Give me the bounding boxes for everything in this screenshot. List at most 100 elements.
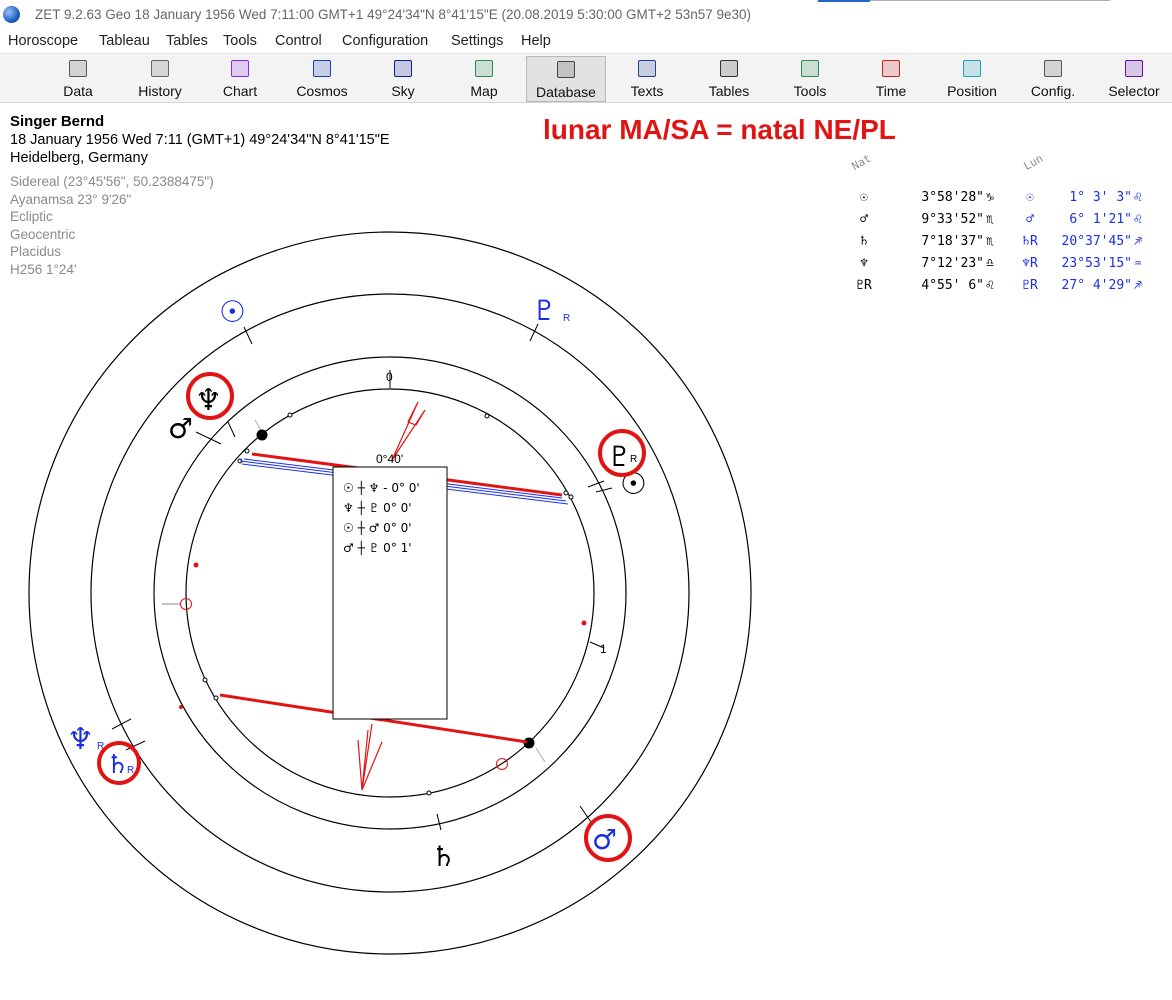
natal-position: 9°33'52" bbox=[921, 212, 984, 227]
toolbar-data-button[interactable]: Data bbox=[38, 56, 118, 102]
table-icon bbox=[720, 60, 738, 77]
toolbar-selector-button[interactable]: Selector bbox=[1094, 56, 1172, 102]
database-icon bbox=[557, 61, 575, 78]
title-divider bbox=[870, 0, 1110, 1]
toolbar-time-button[interactable]: Time bbox=[851, 56, 931, 102]
ic-arrow bbox=[357, 723, 383, 791]
ring-dot bbox=[213, 695, 219, 701]
menu-tables[interactable]: Tables bbox=[166, 33, 208, 49]
lunar-sign-glyph: ♐ bbox=[1134, 234, 1142, 249]
ring-dot bbox=[484, 413, 490, 419]
toolbar-map-button[interactable]: Map bbox=[444, 56, 524, 102]
toolbar-config-button[interactable]: Config. bbox=[1013, 56, 1093, 102]
natal-sign-glyph: ♏ bbox=[986, 234, 994, 249]
chart-wheel[interactable]: 0 1 0°40' ☉ ┼ ♆ - 0° 0' ♆ ┼ ♇ 0° 0' ☉ ┼ … bbox=[0, 200, 800, 1000]
person-name: Singer Bernd bbox=[10, 113, 105, 130]
lunar-position: 23°53'15" bbox=[1061, 256, 1132, 271]
ring-dot bbox=[426, 790, 432, 796]
lunar-planet-glyph: ♄R bbox=[1022, 234, 1038, 249]
lunar-position: 1° 3' 3" bbox=[1069, 190, 1132, 205]
menu-settings[interactable]: Settings bbox=[451, 33, 503, 49]
stars-icon bbox=[394, 60, 412, 77]
natal-saturn-glyph[interactable]: ♄ bbox=[431, 840, 456, 873]
toolbar-texts-button[interactable]: Texts bbox=[607, 56, 687, 102]
lunar-sun-glyph[interactable]: ☉ bbox=[219, 295, 246, 330]
ring-dot bbox=[287, 412, 293, 418]
title-accent-bar bbox=[818, 0, 870, 2]
menu-tools[interactable]: Tools bbox=[223, 33, 257, 49]
wheel-icon bbox=[231, 60, 249, 77]
galaxy-icon bbox=[313, 60, 331, 77]
midpoint-line: ☉ ┼ ♂ 0° 0' bbox=[343, 520, 412, 535]
birth-date-line: 18 January 1956 Wed 7:11 (GMT+1) 49°24'3… bbox=[10, 132, 390, 148]
menu-bar: Horoscope Tableau Tables Tools Control C… bbox=[0, 30, 1172, 52]
lunar-pluto-glyph[interactable]: ♇ bbox=[532, 294, 557, 327]
lunar-sign-glyph: ♐ bbox=[1134, 278, 1142, 293]
natal-position: 7°18'37" bbox=[921, 234, 984, 249]
red-dot bbox=[193, 562, 199, 568]
cusp-label-1: 1 bbox=[600, 642, 607, 656]
selector-icon bbox=[1125, 60, 1143, 77]
menu-horoscope[interactable]: Horoscope bbox=[8, 33, 78, 49]
natal-mars-glyph[interactable]: ♂ bbox=[168, 412, 193, 445]
chart-annotation-headline: lunar MA/SA = natal NE/PL bbox=[543, 114, 896, 145]
natal-sign-glyph: ♏ bbox=[986, 212, 994, 227]
lunar-planet-glyph: ♂ bbox=[1026, 212, 1034, 227]
texts-icon bbox=[638, 60, 656, 77]
app-globe-icon[interactable] bbox=[3, 6, 20, 23]
retrograde-marker: R bbox=[563, 313, 570, 324]
ring-dot bbox=[568, 494, 574, 500]
menu-configuration[interactable]: Configuration bbox=[342, 33, 428, 49]
grid-icon bbox=[69, 60, 87, 77]
tools-icon bbox=[801, 60, 819, 77]
natal-sign-glyph: ♎ bbox=[986, 256, 994, 271]
toolbar-history-button[interactable]: History bbox=[120, 56, 200, 102]
lunar-planet-glyph: ♆R bbox=[1022, 256, 1038, 271]
natal-sun-tick bbox=[595, 487, 613, 493]
lunar-column-header: Lun bbox=[1021, 151, 1046, 173]
natal-position: 4°55' 6" bbox=[921, 278, 984, 293]
natal-planet-glyph: ☉ bbox=[860, 190, 868, 205]
retrograde-marker: R bbox=[630, 454, 637, 465]
lunar-planet-glyph: ☉ bbox=[1026, 190, 1034, 205]
menu-control[interactable]: Control bbox=[275, 33, 322, 49]
main-toolbar: Data History Chart Cosmos Sky Map Databa… bbox=[0, 53, 1172, 103]
red-dot bbox=[179, 705, 183, 709]
lunar-saturn-glyph[interactable]: ♄ bbox=[106, 750, 129, 780]
red-dot bbox=[581, 620, 587, 626]
natal-column-header: Nat bbox=[849, 151, 874, 173]
natal-pluto-tick bbox=[587, 480, 605, 488]
menu-help[interactable]: Help bbox=[521, 33, 551, 49]
inner-tick bbox=[535, 747, 546, 763]
midpoint-orb: 0°40' bbox=[376, 452, 403, 466]
lunar-mars-glyph[interactable]: ♂ bbox=[592, 823, 617, 856]
lunar-position: 6° 1'21" bbox=[1069, 212, 1132, 227]
toolbar-database-button[interactable]: Database bbox=[526, 56, 606, 102]
lunar-neptune-tick bbox=[111, 718, 132, 730]
natal-planet-glyph: ♆ bbox=[860, 256, 868, 271]
ring-dot bbox=[563, 490, 569, 496]
toolbar-tables-button[interactable]: Tables bbox=[689, 56, 769, 102]
toolbar-chart-button[interactable]: Chart bbox=[200, 56, 280, 102]
midpoint-line: ☉ ┼ ♆ - 0° 0' bbox=[343, 480, 420, 495]
lunar-sign-glyph: ♌ bbox=[1134, 190, 1142, 205]
position-icon bbox=[963, 60, 981, 77]
toolbar-cosmos-button[interactable]: Cosmos bbox=[282, 56, 362, 102]
lunar-sign-glyph: ♌ bbox=[1134, 212, 1142, 227]
lunar-neptune-glyph[interactable]: ♆ bbox=[67, 722, 94, 757]
menu-tableau[interactable]: Tableau bbox=[99, 33, 150, 49]
lunar-planet-glyph: ♇R bbox=[1022, 278, 1038, 293]
natal-position: 3°58'28" bbox=[921, 190, 984, 205]
time-icon bbox=[882, 60, 900, 77]
toolbar-position-button[interactable]: Position bbox=[932, 56, 1012, 102]
midpoint-line: ♆ ┼ ♇ 0° 0' bbox=[343, 500, 412, 515]
title-bar: ZET 9.2.63 Geo 18 January 1956 Wed 7:11:… bbox=[0, 0, 1172, 30]
lunar-position: 27° 4'29" bbox=[1061, 278, 1132, 293]
lunar-sign-glyph: ♒ bbox=[1134, 256, 1142, 271]
natal-planet-glyph: ♇R bbox=[856, 278, 872, 293]
toolbar-tools-button[interactable]: Tools bbox=[770, 56, 850, 102]
natal-planet-glyph: ♄ bbox=[860, 234, 868, 249]
map-icon bbox=[475, 60, 493, 77]
toolbar-sky-button[interactable]: Sky bbox=[363, 56, 443, 102]
axis-point bbox=[256, 429, 268, 441]
